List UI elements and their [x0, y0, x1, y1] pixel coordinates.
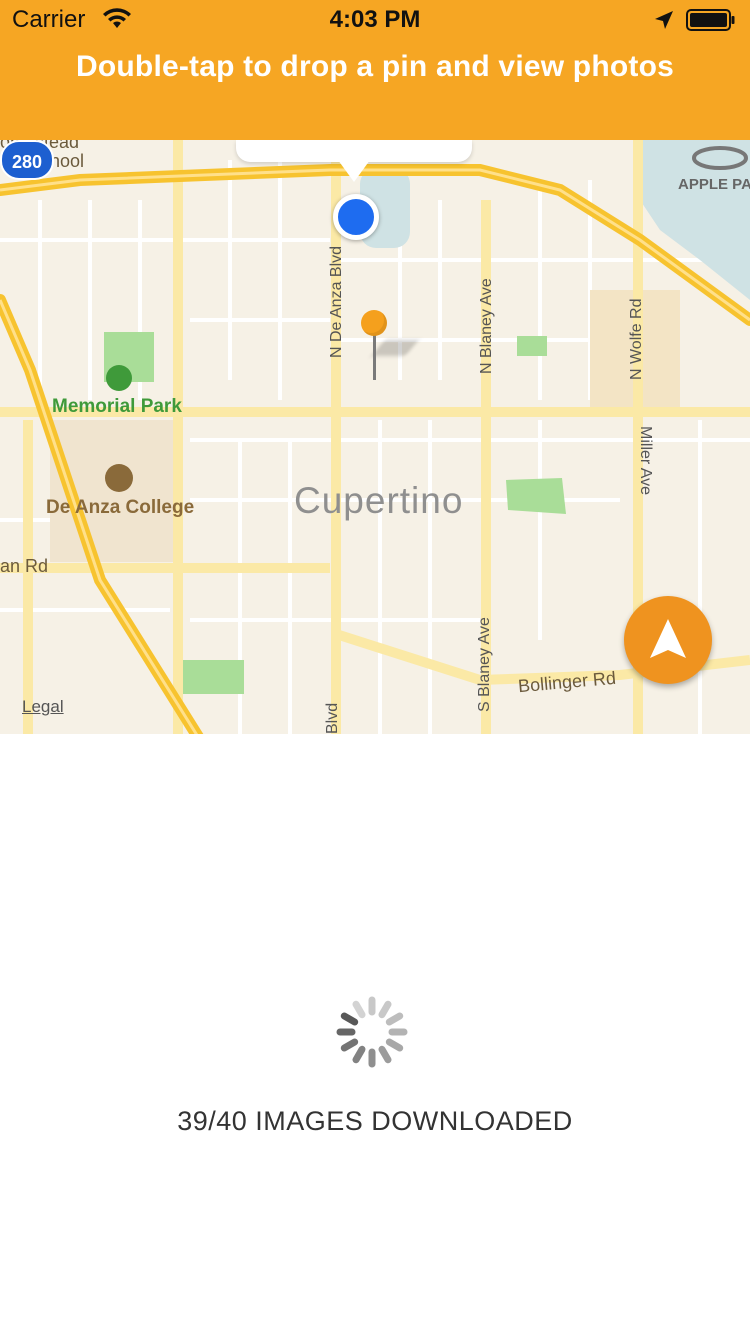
highway-shield-icon: 280	[0, 140, 54, 180]
map-label-park: Memorial Park	[52, 396, 182, 417]
map-pin-stick	[373, 334, 376, 380]
map-label-de-anza-s: Blvd	[324, 702, 341, 734]
map-label-apple: APPLE PA	[678, 176, 750, 193]
highway-number: 280	[12, 152, 42, 172]
map-label-wolfe: N Wolfe Rd	[628, 298, 645, 380]
current-location-button[interactable]	[624, 596, 712, 684]
map-label-road-left: an Rd	[0, 556, 49, 576]
map-label-blaney-s: S Blaney Ave	[476, 617, 493, 712]
map-label-blaney-n: N Blaney Ave	[478, 278, 495, 374]
legal-link[interactable]: Legal	[22, 697, 64, 717]
map-label-de-anza-n: N De Anza Blvd	[328, 245, 345, 358]
spinner-icon	[336, 996, 408, 1068]
callout-bubble[interactable]	[236, 140, 472, 162]
battery-icon	[686, 9, 735, 31]
status-bar: Carrier 4:03 PM	[0, 0, 750, 40]
header-bar: Carrier 4:03 PM Double-tap to drop a pin…	[0, 0, 750, 140]
status-time: 4:03 PM	[329, 6, 421, 33]
navigation-icon	[650, 619, 686, 658]
map-city-label: Cupertino	[294, 480, 464, 521]
user-location-icon[interactable]	[333, 194, 379, 240]
location-arrow-icon	[655, 11, 673, 29]
download-progress-label: 39/40 IMAGES DOWNLOADED	[177, 1106, 573, 1136]
map-label-miller: Miller Ave	[637, 426, 654, 496]
map-pin-icon[interactable]	[361, 310, 387, 336]
header-title: Double-tap to drop a pin and view photos	[76, 50, 674, 83]
map-label-college: De Anza College	[46, 497, 195, 518]
map-view[interactable]: omestead igh School APPLE PA Memorial Pa…	[0, 140, 750, 734]
callout-pointer	[338, 160, 370, 182]
